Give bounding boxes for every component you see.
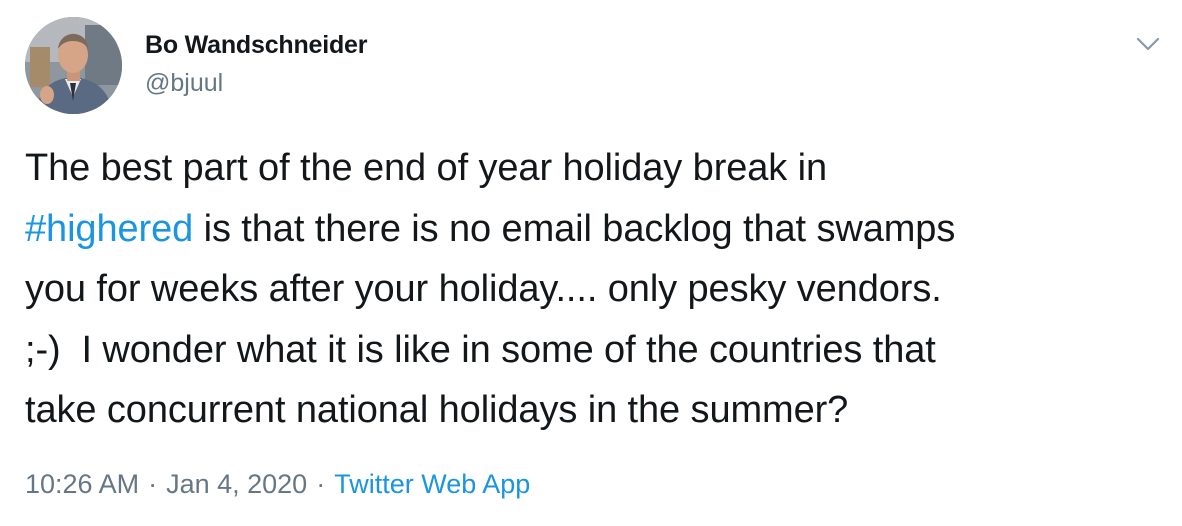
hashtag-link[interactable]: #highered bbox=[25, 208, 193, 250]
tweet-text-segment: you for weeks after your holiday.... onl… bbox=[25, 268, 942, 310]
avatar-photo-icon bbox=[25, 17, 122, 114]
tweet-date[interactable]: Jan 4, 2020 bbox=[166, 469, 307, 499]
author-handle[interactable]: @bjuul bbox=[145, 66, 223, 100]
meta-separator: · bbox=[316, 469, 326, 499]
tweet-text-line: you for weeks after your holiday.... onl… bbox=[25, 259, 1175, 320]
tweet-text-line: #highered is that there is no email back… bbox=[25, 199, 1175, 260]
author-name[interactable]: Bo Wandschneider bbox=[145, 28, 367, 62]
meta-separator: · bbox=[148, 469, 158, 499]
author-avatar[interactable] bbox=[25, 17, 122, 114]
tweet-time[interactable]: 10:26 AM bbox=[25, 469, 139, 499]
tweet-text-line: ;-) I wonder what it is like in some of … bbox=[25, 320, 1175, 381]
tweet-card: Bo Wandschneider @bjuul The best part of… bbox=[0, 0, 1182, 526]
tweet-text-segment: take concurrent national holidays in the… bbox=[25, 389, 849, 431]
tweet-text-segment: ;-) I wonder what it is like in some of … bbox=[25, 328, 936, 371]
tweet-metadata: 10:26 AM · Jan 4, 2020 · Twitter Web App bbox=[25, 467, 530, 501]
tweet-text: The best part of the end of year holiday… bbox=[25, 138, 1175, 441]
tweet-text-line: The best part of the end of year holiday… bbox=[25, 138, 1175, 199]
more-options-caret[interactable] bbox=[1134, 34, 1162, 54]
chevron-down-icon bbox=[1136, 37, 1160, 51]
tweet-text-segment: The best part of the end of year holiday… bbox=[25, 147, 828, 189]
tweet-source-link[interactable]: Twitter Web App bbox=[334, 469, 530, 499]
tweet-text-segment: is that there is no email backlog that s… bbox=[193, 207, 956, 250]
tweet-text-line: take concurrent national holidays in the… bbox=[25, 380, 1175, 441]
